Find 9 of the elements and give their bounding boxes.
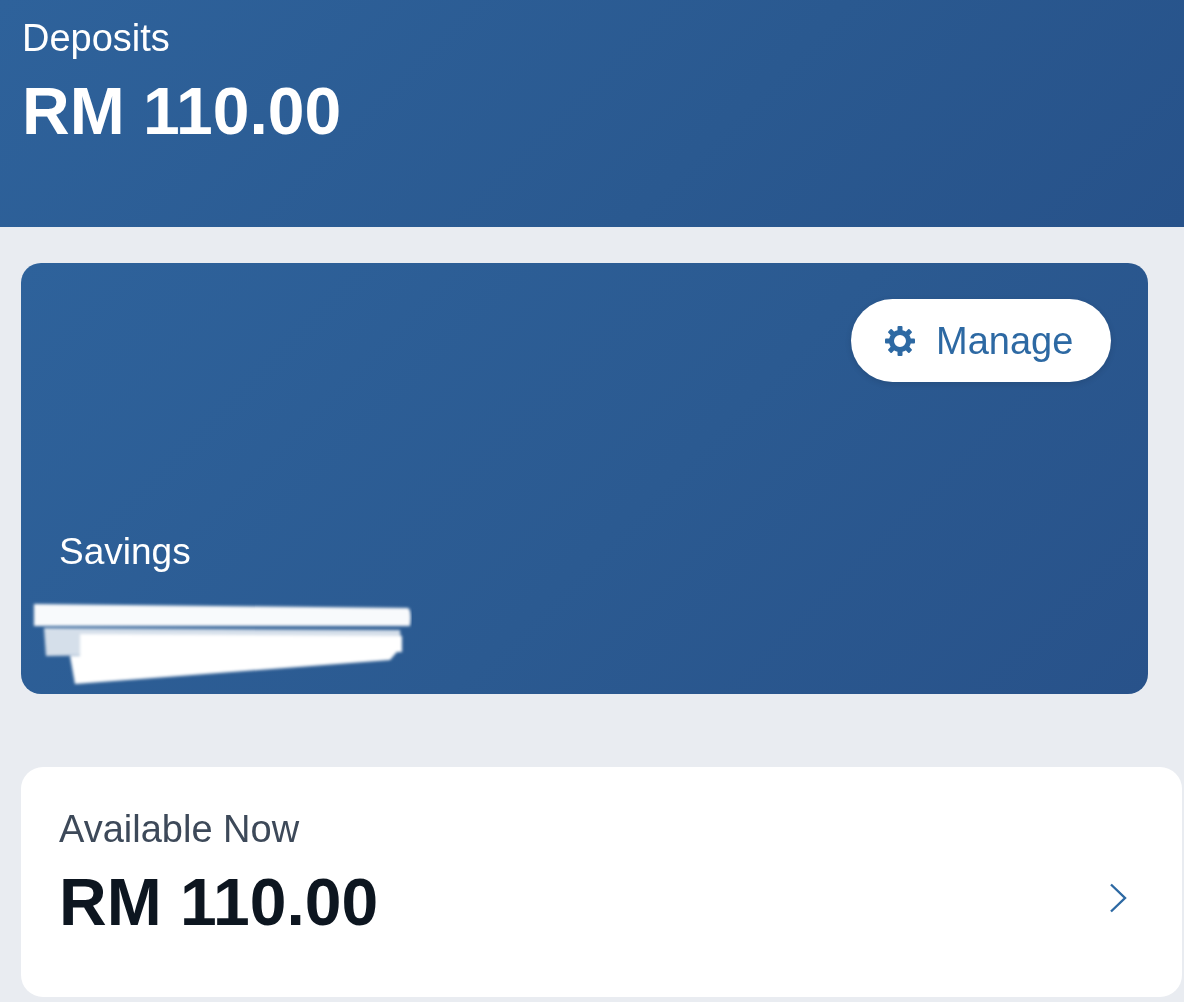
- balance-card[interactable]: Available Now RM 110.00: [21, 767, 1182, 997]
- balance-label: Available Now: [59, 807, 300, 852]
- gear-icon: [884, 324, 916, 357]
- balance-amount: RM 110.00: [59, 864, 379, 940]
- manage-button[interactable]: Manage: [851, 299, 1111, 382]
- total-amount: RM 110.00: [22, 73, 342, 149]
- account-type: Savings: [59, 530, 191, 574]
- chevron-right-icon: [1109, 882, 1127, 913]
- section-title: Deposits: [22, 16, 170, 61]
